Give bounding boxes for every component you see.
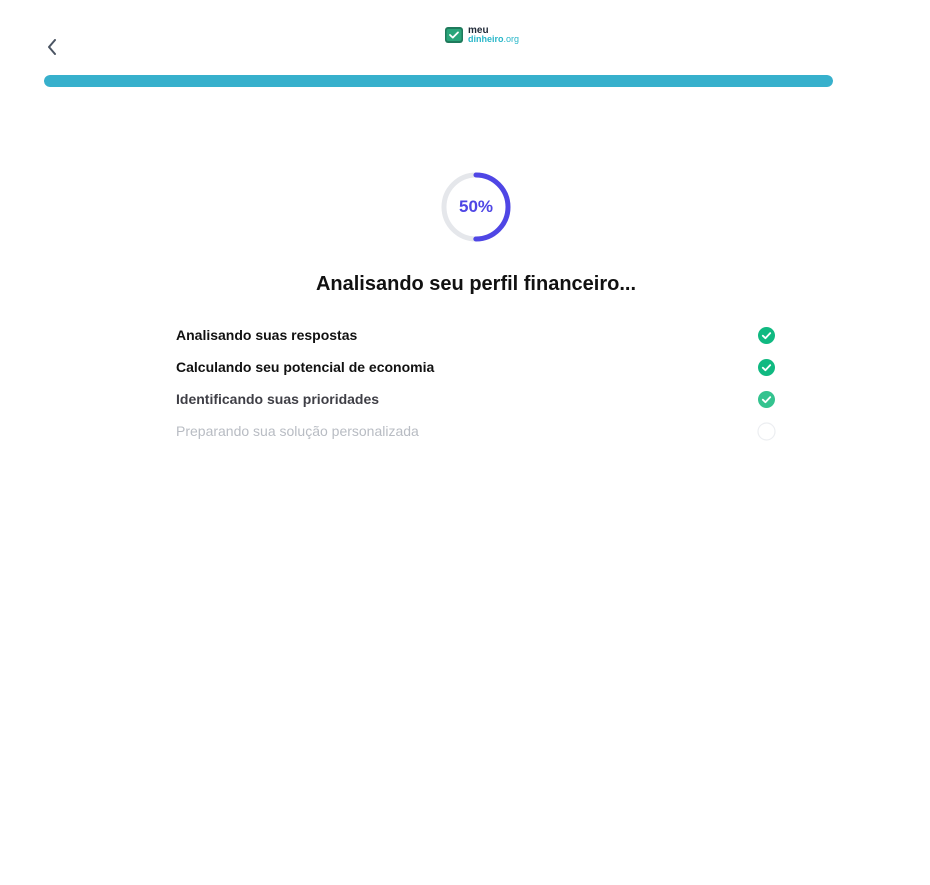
page-title: Analisando seu perfil financeiro... [315,273,637,295]
step-label: Identificando suas prioridades [176,391,380,407]
check-circle-icon [758,358,775,376]
step-item: Preparando sua solução personalizada [176,415,776,447]
progress-fill [44,75,833,87]
logo-text-brand: dinheiro [468,34,504,44]
progress-percent-label: 50% [458,197,494,216]
step-item: Calculando seu potencial de economia [176,351,776,383]
pending-circle-icon [757,421,776,441]
chevron-left-icon [48,39,56,55]
check-circle-icon [758,326,775,344]
step-status-0 [757,326,776,345]
step-label: Calculando seu potencial de economia [176,359,435,375]
steps-list: Analisando suas respostas Calculando seu… [176,319,776,447]
step-item: Identificando suas prioridades [176,383,776,415]
logo: meu dinheiro.org [444,24,519,46]
wallet-check-icon [445,27,463,43]
progress-ring: 50% [438,169,514,245]
check-circle-icon [758,390,775,408]
step-status-2 [757,390,776,409]
back-button[interactable] [40,34,64,60]
step-label: Analisando suas respostas [176,327,358,343]
step-status-1 [757,358,776,377]
step-status-3 [757,421,776,441]
step-label: Preparando sua solução personalizada [176,423,419,439]
logo-text-bottom: dinheiro.org [468,35,519,44]
progress-bar [44,75,833,87]
logo-text-tld: .org [503,34,520,44]
step-item: Analisando suas respostas [176,319,776,351]
